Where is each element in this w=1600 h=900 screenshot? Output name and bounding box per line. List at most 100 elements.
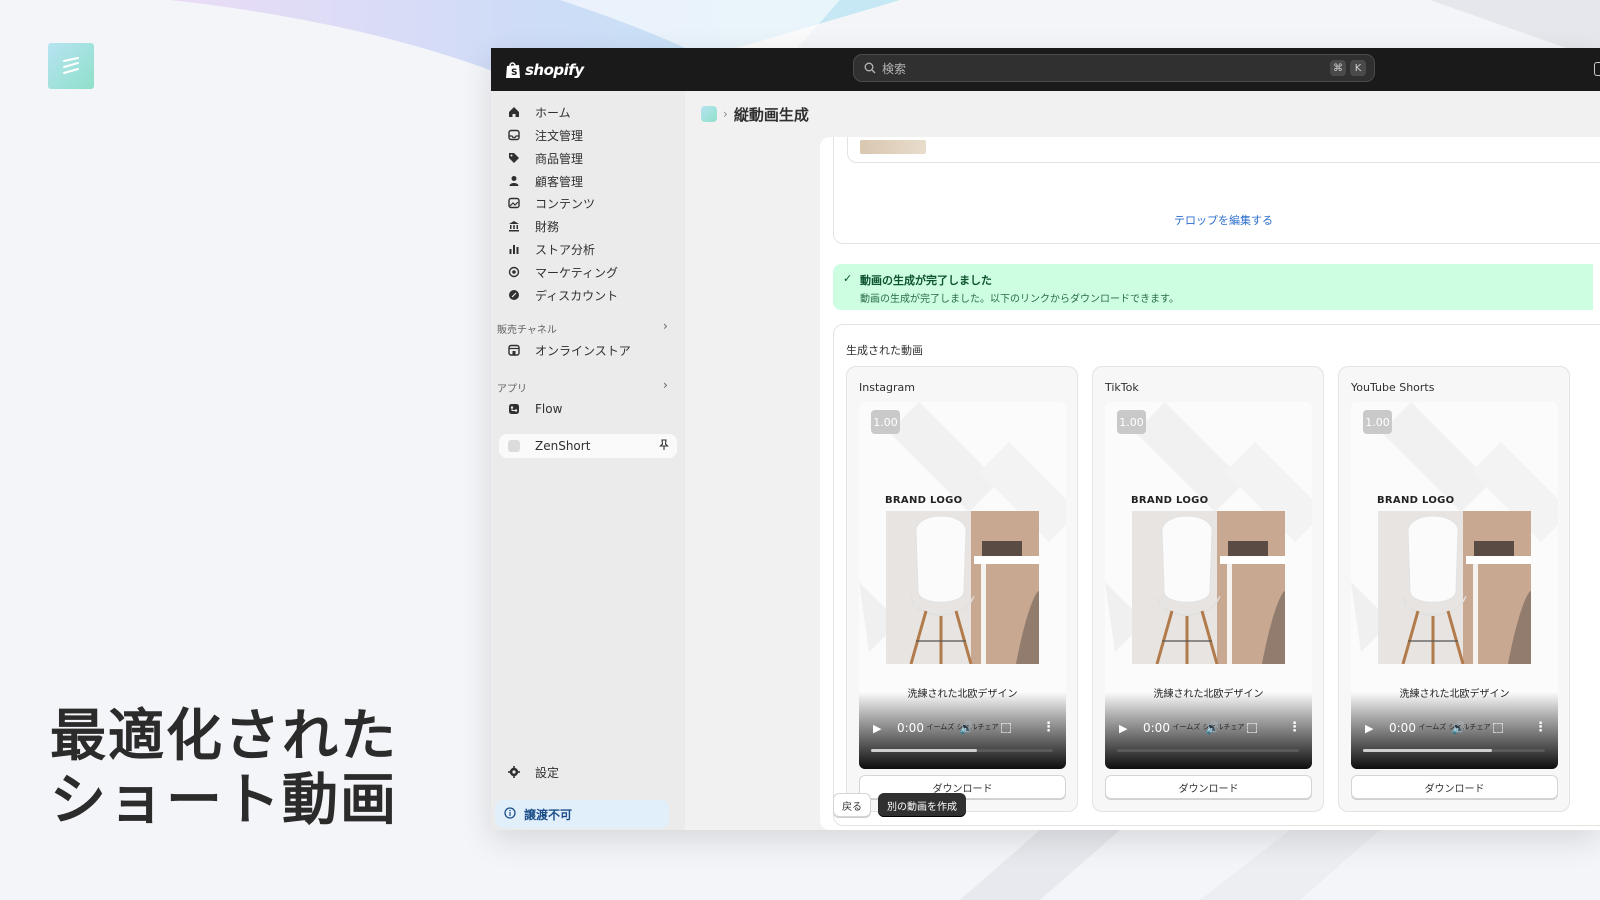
video-progress-bar[interactable]	[1363, 749, 1545, 752]
fullscreen-icon[interactable]	[1001, 723, 1011, 733]
play-icon[interactable]: ▶	[1365, 722, 1373, 735]
sidebar-item-finance[interactable]: 財務	[499, 215, 677, 237]
brand-logo-text: BRAND LOGO	[885, 495, 963, 506]
video-player[interactable]: 1.00 BRAND LOGO イームズ シェルチェア ▶ 0:00 🔊 ⋮	[1351, 402, 1558, 769]
checkmark-icon: ✓	[843, 272, 853, 285]
volume-icon[interactable]: 🔊	[1205, 721, 1220, 735]
sidebar-item-home[interactable]: ホーム	[499, 101, 677, 123]
video-card-instagram: Instagram 1.00 BRAND LOGO イームズ シェルチェア ▶ …	[846, 366, 1078, 812]
sidebar-item-label: 顧客管理	[535, 174, 584, 189]
brand-logo-text: BRAND LOGO	[1377, 495, 1455, 506]
volume-icon[interactable]: 🔊	[959, 721, 974, 735]
download-button[interactable]: ダウンロード	[1105, 775, 1312, 799]
image-icon	[507, 196, 521, 210]
volume-icon[interactable]: 🔊	[1451, 721, 1466, 735]
chevron-right-icon: ›	[723, 107, 728, 121]
non-transferable-label: 譲渡不可	[524, 807, 573, 822]
platform-label: TikTok	[1105, 381, 1139, 394]
edit-captions-link[interactable]: テロップを編集する	[1174, 212, 1273, 228]
platform-label: YouTube Shorts	[1351, 381, 1435, 394]
video-player[interactable]: 1.00 BRAND LOGO イームズ シェルチェア ▶ 0:00 🔊 ⋮	[1105, 402, 1312, 769]
zenshort-app-icon	[507, 439, 521, 453]
command-key-badge: ⌘	[1330, 60, 1346, 76]
success-banner: ✓ 動画の生成が完了しました 動画の生成が完了しました。以下のリンクからダウンロ…	[833, 264, 1593, 310]
shopify-admin-window: S shopify 検索 ⌘ K ホーム 注文管理 商品管理 顧客管理 コンテン…	[491, 48, 1600, 830]
topbar: S shopify 検索 ⌘ K	[491, 48, 1600, 91]
fullscreen-icon[interactable]	[1247, 723, 1257, 733]
product-photo	[1132, 511, 1285, 664]
play-icon[interactable]: ▶	[873, 722, 881, 735]
sidebar-item-label: ホーム	[535, 105, 571, 120]
fullscreen-icon[interactable]	[1493, 723, 1503, 733]
sidebar-item-marketing[interactable]: マーケティング	[499, 261, 677, 283]
svg-text:S: S	[511, 68, 517, 78]
page-title: 縦動画生成	[733, 105, 809, 124]
sidebar-item-label: マーケティング	[535, 265, 619, 280]
sidebar-item-orders[interactable]: 注文管理	[499, 124, 677, 146]
breadcrumb: › 縦動画生成	[685, 91, 1600, 137]
sidebar-item-zenshort[interactable]: ZenShort	[499, 434, 677, 458]
video-progress-bar[interactable]	[871, 749, 1053, 752]
sidebar-item-products[interactable]: 商品管理	[499, 147, 677, 169]
person-icon	[507, 174, 521, 188]
success-title: 動画の生成が完了しました	[860, 274, 992, 287]
target-icon	[507, 265, 521, 279]
search-input[interactable]: 検索 ⌘ K	[853, 54, 1375, 82]
search-icon	[864, 62, 876, 74]
sidebar-item-label: Flow	[535, 402, 563, 416]
video-progress-bar[interactable]	[1117, 749, 1299, 752]
play-icon[interactable]: ▶	[1119, 722, 1127, 735]
store-icon[interactable]	[1594, 62, 1600, 76]
more-options-icon[interactable]: ⋮	[1288, 720, 1301, 735]
sidebar-item-flow[interactable]: Flow	[499, 398, 677, 420]
tag-icon	[507, 151, 521, 165]
sidebar-item-label: 設定	[535, 765, 560, 780]
video-time: 0:00	[1143, 721, 1170, 735]
shopify-wordmark: shopify	[525, 60, 584, 79]
more-options-icon[interactable]: ⋮	[1534, 720, 1547, 735]
video-card-youtube-shorts: YouTube Shorts 1.00 BRAND LOGO イームズ シェルチ…	[1338, 366, 1570, 812]
sidebar-item-label: ディスカウント	[535, 288, 619, 303]
download-button[interactable]: ダウンロード	[1351, 775, 1558, 799]
pin-icon[interactable]	[659, 439, 669, 454]
caption-editor-card: テロップを編集する	[833, 127, 1600, 244]
content-panel: テロップを編集する ✓ 動画の生成が完了しました 動画の生成が完了しました。以下…	[820, 127, 1600, 830]
back-button[interactable]: 戻る	[833, 793, 871, 817]
video-time: 0:00	[1389, 721, 1416, 735]
sidebar-item-settings[interactable]: 設定	[499, 761, 677, 783]
sidebar-item-label: オンラインストア	[535, 343, 631, 358]
gear-icon	[507, 765, 521, 779]
sidebar-item-label: 商品管理	[535, 151, 584, 166]
product-photo	[1378, 511, 1531, 664]
sidebar-item-label: コンテンツ	[535, 196, 596, 211]
flow-icon	[507, 402, 521, 416]
zenshort-logo-icon	[63, 57, 79, 74]
shopify-logo[interactable]: S shopify	[505, 61, 584, 79]
sidebar-item-customers[interactable]: 顧客管理	[499, 170, 677, 192]
sidebar-item-content[interactable]: コンテンツ	[499, 192, 677, 214]
more-options-icon[interactable]: ⋮	[1042, 720, 1055, 735]
playback-rate-badge[interactable]: 1.00	[1117, 410, 1146, 434]
sales-channels-label: 販売チャネル	[497, 325, 557, 336]
sidebar-item-online-store[interactable]: オンラインストア	[499, 339, 677, 361]
non-transferable-badge[interactable]: 譲渡不可	[495, 800, 669, 828]
playback-rate-badge[interactable]: 1.00	[871, 410, 900, 434]
discount-icon	[507, 288, 521, 302]
video-card-tiktok: TikTok 1.00 BRAND LOGO イームズ シェルチェア ▶ 0:0…	[1092, 366, 1324, 812]
home-icon	[507, 105, 521, 119]
sidebar-item-discounts[interactable]: ディスカウント	[499, 284, 677, 306]
main-area: › 縦動画生成 テロップを編集する ✓ 動画の生成が完了しました 動画の生成が完…	[685, 91, 1600, 830]
video-player[interactable]: 1.00 BRAND LOGO イームズ シェルチェア ▶ 0:00 🔊 ⋮	[859, 402, 1066, 769]
sidebar-item-label: 注文管理	[535, 128, 584, 143]
playback-rate-badge[interactable]: 1.00	[1363, 410, 1392, 434]
chevron-right-icon[interactable]: ›	[663, 378, 668, 392]
hero-title: 最適化された ショート動画	[50, 705, 398, 833]
create-another-video-button[interactable]: 別の動画を作成	[878, 793, 966, 817]
chart-icon	[507, 242, 521, 256]
zenshort-app-icon[interactable]	[701, 106, 717, 122]
app-logo	[48, 43, 94, 89]
brand-logo-text: BRAND LOGO	[1131, 495, 1209, 506]
sidebar-item-analytics[interactable]: ストア分析	[499, 238, 677, 260]
inbox-icon	[507, 128, 521, 142]
chevron-right-icon[interactable]: ›	[663, 319, 668, 333]
